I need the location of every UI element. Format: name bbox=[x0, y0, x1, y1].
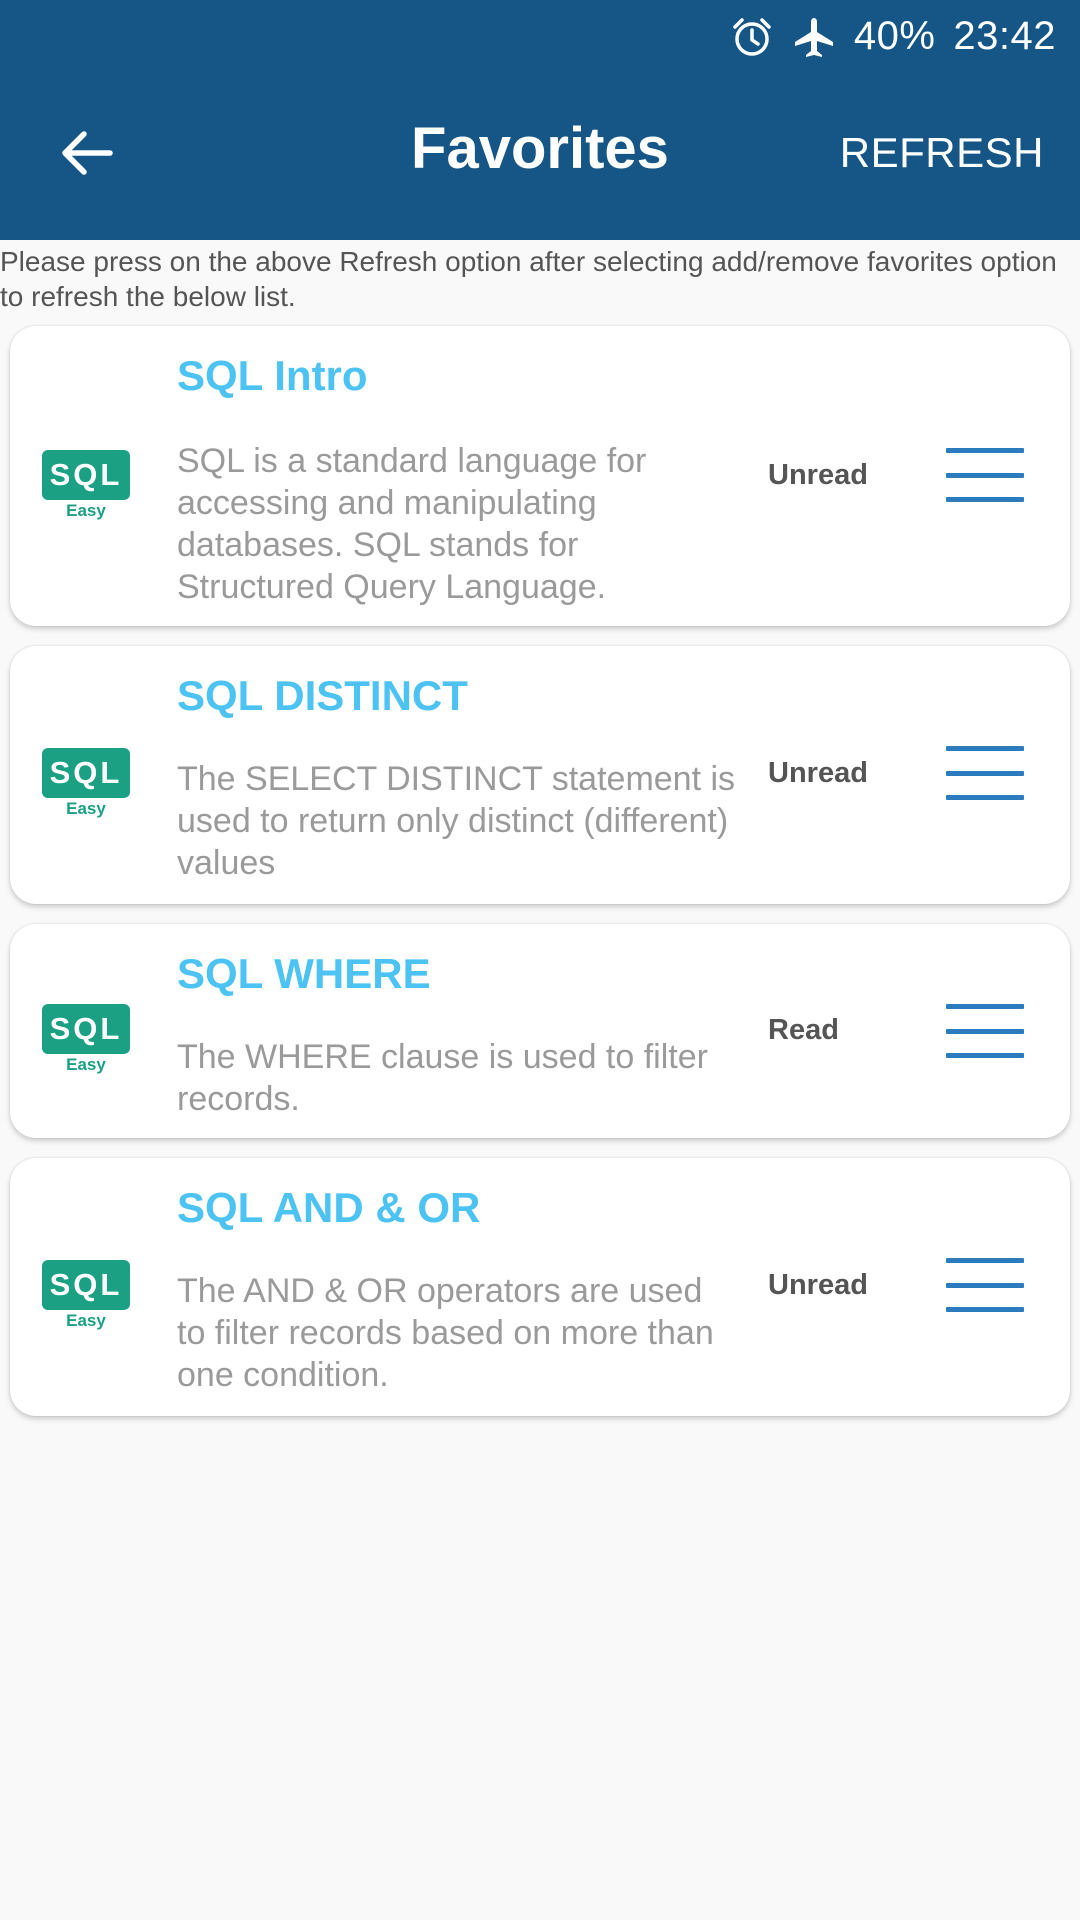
item-description: The SELECT DISTINCT statement is used to… bbox=[177, 760, 736, 882]
menu-icon[interactable] bbox=[946, 1002, 1024, 1060]
list-item[interactable]: SQL Easy SQL WHERE The WHERE clause is u… bbox=[10, 924, 1070, 1138]
list-item[interactable]: SQL Easy SQL Intro SQL is a standard lan… bbox=[10, 326, 1070, 626]
menu-icon[interactable] bbox=[946, 446, 1024, 504]
item-title: SQL WHERE bbox=[177, 950, 431, 997]
item-title: SQL AND & OR bbox=[177, 1184, 481, 1231]
item-description: The WHERE clause is used to filter recor… bbox=[177, 1038, 708, 1118]
alarm-icon bbox=[730, 15, 774, 59]
refresh-button[interactable]: REFRESH bbox=[840, 113, 1044, 193]
logo-subtext: Easy bbox=[66, 1055, 106, 1074]
sql-easy-logo: SQL Easy bbox=[42, 1004, 130, 1076]
status-bar: 40% 23:42 bbox=[0, 0, 1080, 73]
airplane-icon bbox=[792, 15, 836, 59]
read-status: Unread bbox=[768, 459, 868, 491]
sql-easy-logo: SQL Easy bbox=[42, 450, 130, 522]
battery-percentage: 40% bbox=[853, 14, 936, 58]
logo-subtext: Easy bbox=[66, 501, 106, 520]
logo-text: SQL bbox=[42, 1260, 130, 1310]
app-bar: Favorites REFRESH bbox=[0, 73, 1080, 240]
logo-text: SQL bbox=[42, 1004, 130, 1054]
item-title: SQL Intro bbox=[177, 352, 368, 399]
item-description: SQL is a standard language for accessing… bbox=[177, 442, 647, 606]
list-item[interactable]: SQL Easy SQL DISTINCT The SELECT DISTINC… bbox=[10, 646, 1070, 904]
item-title: SQL DISTINCT bbox=[177, 672, 468, 719]
refresh-notice: Please press on the above Refresh option… bbox=[0, 246, 1057, 312]
logo-subtext: Easy bbox=[66, 799, 106, 818]
clock-time: 23:42 bbox=[953, 14, 1056, 58]
list-item[interactable]: SQL Easy SQL AND & OR The AND & OR opera… bbox=[10, 1158, 1070, 1416]
back-button[interactable] bbox=[46, 113, 126, 193]
read-status: Unread bbox=[768, 1269, 868, 1301]
logo-subtext: Easy bbox=[66, 1311, 106, 1330]
menu-icon[interactable] bbox=[946, 744, 1024, 802]
sql-easy-logo: SQL Easy bbox=[42, 748, 130, 820]
logo-text: SQL bbox=[42, 450, 130, 500]
menu-icon[interactable] bbox=[946, 1256, 1024, 1314]
read-status: Unread bbox=[768, 757, 868, 789]
sql-easy-logo: SQL Easy bbox=[42, 1260, 130, 1332]
logo-text: SQL bbox=[42, 748, 130, 798]
read-status: Read bbox=[768, 1014, 839, 1046]
item-description: The AND & OR operators are used to filte… bbox=[177, 1272, 714, 1394]
arrow-left-icon bbox=[62, 131, 113, 175]
